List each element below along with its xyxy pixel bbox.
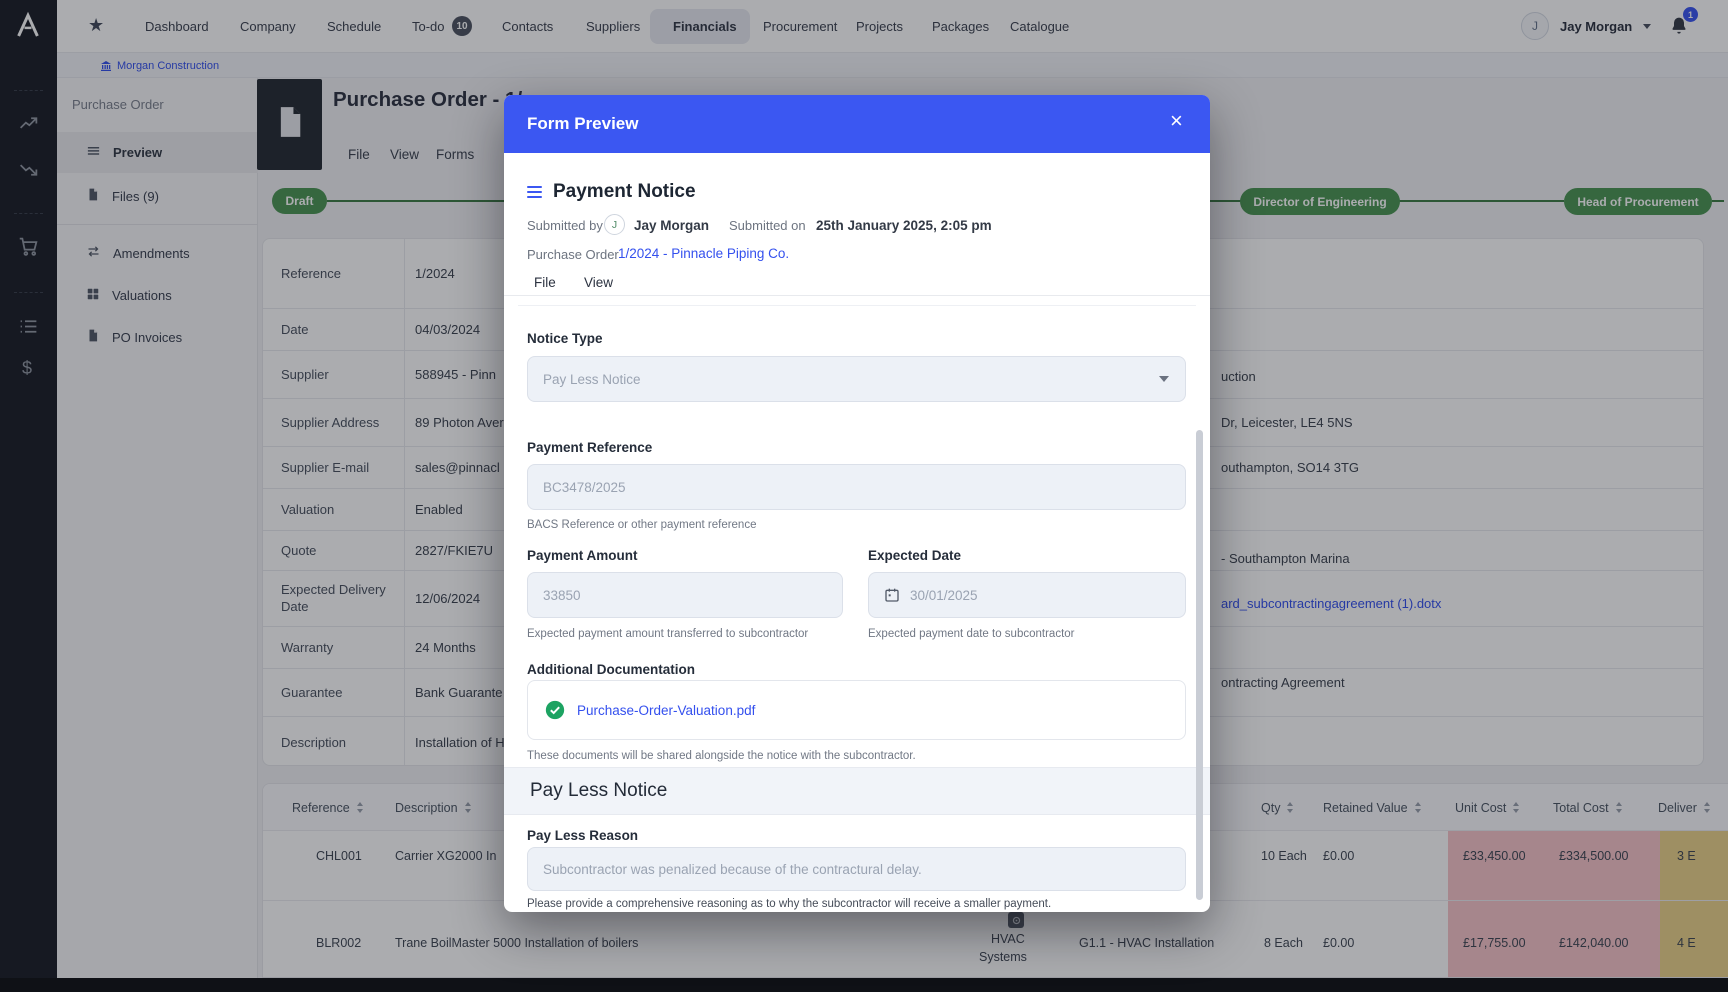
notice-type-value: Pay Less Notice	[543, 372, 641, 387]
app-screen: $ ★ Dashboard Company Schedule To-do 10 …	[0, 0, 1728, 992]
additional-documentation-label: Additional Documentation	[527, 662, 695, 677]
payment-amount-helper: Expected payment amount transferred to s…	[527, 628, 808, 640]
pay-less-reason-helper: Please provide a comprehensive reasoning…	[527, 898, 1051, 910]
submitted-by-label: Submitted by	[527, 218, 603, 233]
expected-date-helper: Expected payment date to subcontractor	[868, 628, 1074, 640]
submitter-initial: J	[612, 219, 617, 231]
pay-less-notice-section: Pay Less Notice	[504, 767, 1210, 815]
documentation-box: Purchase-Order-Valuation.pdf	[527, 680, 1186, 740]
pay-less-reason-label: Pay Less Reason	[527, 828, 638, 843]
notice-type-select[interactable]: Pay Less Notice	[527, 356, 1186, 402]
modal-header: Form Preview	[504, 95, 1210, 153]
payment-amount-input[interactable]: 33850	[527, 572, 843, 618]
close-icon[interactable]: ×	[1170, 110, 1183, 132]
payment-reference-value: BC3478/2025	[543, 480, 626, 495]
pay-less-reason-value: Subcontractor was penalized because of t…	[543, 862, 922, 877]
calendar-icon	[884, 587, 900, 603]
tabs-divider	[504, 295, 1210, 296]
form-preview-modal: Form Preview × Payment Notice Submitted …	[504, 95, 1210, 912]
notice-type-label: Notice Type	[527, 331, 603, 346]
pay-less-reason-input[interactable]: Subcontractor was penalized because of t…	[527, 847, 1186, 891]
po-link[interactable]: 1/2024 - Pinnacle Piping Co.	[618, 246, 789, 261]
check-circle-icon	[545, 700, 565, 720]
modal-tab-view[interactable]: View	[584, 275, 613, 290]
payment-reference-input[interactable]: BC3478/2025	[527, 464, 1186, 510]
content-top-divider	[518, 305, 1196, 306]
submitted-on-label: Submitted on	[729, 218, 806, 233]
payment-reference-helper: BACS Reference or other payment referenc…	[527, 519, 756, 531]
expected-date-input[interactable]: 30/01/2025	[868, 572, 1186, 618]
payment-reference-label: Payment Reference	[527, 440, 652, 455]
submitted-by-value: Jay Morgan	[634, 218, 709, 233]
attached-file-link[interactable]: Purchase-Order-Valuation.pdf	[577, 703, 755, 718]
modal-scrollbar[interactable]	[1196, 430, 1203, 900]
form-lines-icon	[527, 183, 542, 201]
expected-date-value: 30/01/2025	[910, 588, 978, 603]
additional-documentation-helper: These documents will be shared alongside…	[527, 750, 916, 762]
payment-amount-value: 33850	[543, 588, 581, 603]
chevron-down-icon	[1159, 376, 1169, 382]
modal-tab-file[interactable]: File	[534, 275, 556, 290]
submitter-avatar: J	[604, 214, 625, 235]
submitted-on-value: 25th January 2025, 2:05 pm	[816, 218, 992, 233]
form-title: Payment Notice	[553, 181, 696, 203]
po-label: Purchase Order	[527, 247, 619, 262]
section-title: Pay Less Notice	[530, 780, 667, 802]
expected-date-label: Expected Date	[868, 548, 961, 563]
payment-amount-label: Payment Amount	[527, 548, 638, 563]
modal-title: Form Preview	[527, 114, 639, 134]
